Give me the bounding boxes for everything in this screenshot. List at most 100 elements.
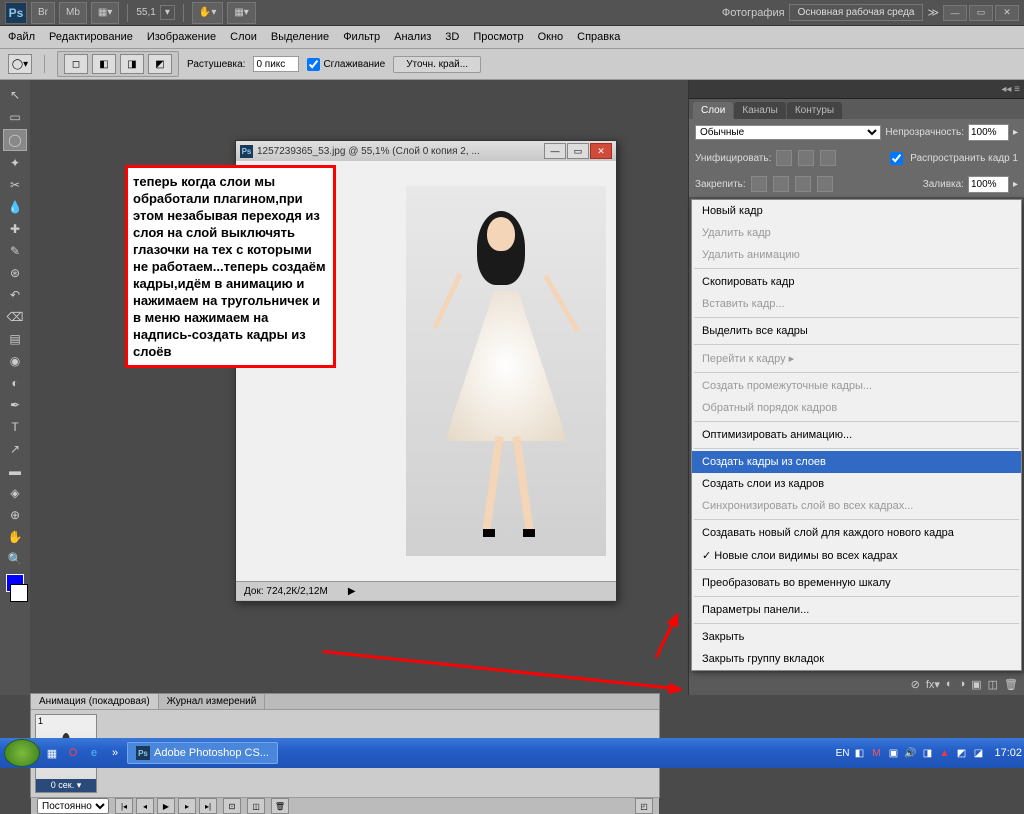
ql-opera-icon[interactable]: O (64, 744, 82, 762)
menu-view[interactable]: Просмотр (473, 31, 523, 43)
menu-window[interactable]: Окно (538, 31, 564, 43)
brush-tool[interactable]: ✎ (3, 241, 27, 261)
blur-tool[interactable]: ◉ (3, 351, 27, 371)
workspace-more[interactable]: ≫ (927, 6, 939, 19)
menu-analysis[interactable]: Анализ (394, 31, 431, 43)
lock-move-icon[interactable] (795, 176, 811, 192)
tray-icon-5[interactable]: ◨ (920, 746, 934, 760)
next-frame-btn[interactable]: ▸ (178, 798, 196, 814)
ql-ie-icon[interactable]: e (85, 744, 103, 762)
play-btn[interactable]: ▶ (157, 798, 175, 814)
menu-filter[interactable]: Фильтр (343, 31, 380, 43)
menu-3d[interactable]: 3D (445, 31, 459, 43)
menu-item[interactable]: Скопировать кадр (692, 271, 1021, 293)
screen-mode-btn[interactable]: ▦▾ (91, 2, 119, 24)
menu-file[interactable]: Файл (8, 31, 35, 43)
path-tool[interactable]: ↗ (3, 439, 27, 459)
doc-close[interactable]: ✕ (590, 143, 612, 159)
frame-delay[interactable]: 0 сек. ▾ (36, 779, 96, 792)
tab-animation[interactable]: Анимация (покадровая) (31, 694, 159, 709)
doc-status-arrow[interactable]: ▶ (348, 586, 356, 597)
doc-maximize[interactable]: ▭ (567, 143, 589, 159)
ql-chevron[interactable]: » (106, 744, 124, 762)
link-layers-icon[interactable]: ⊘ (911, 678, 920, 691)
fx-icon[interactable]: fx▾ (926, 678, 940, 691)
zoom-tool[interactable]: 🔍 (3, 549, 27, 569)
menu-item[interactable]: Закрыть (692, 626, 1021, 648)
stamp-tool[interactable]: ⊛ (3, 263, 27, 283)
crop-tool[interactable]: ✂ (3, 175, 27, 195)
tab-paths[interactable]: Контуры (787, 102, 842, 119)
antialias-check[interactable]: Сглаживание (307, 58, 385, 71)
adjustment-icon[interactable]: ◑ (959, 678, 966, 690)
menu-item[interactable]: Параметры панели... (692, 599, 1021, 621)
sel-intersect-icon[interactable]: ◩ (148, 54, 172, 74)
zoom-value[interactable]: 55,1 (136, 7, 155, 18)
menu-item[interactable]: Преобразовать во временную шкалу (692, 572, 1021, 594)
workspace-badge[interactable]: Основная рабочая среда (789, 4, 924, 21)
opacity-input[interactable] (968, 124, 1009, 141)
unify-style-icon[interactable] (820, 150, 836, 166)
menu-item[interactable]: Выделить все кадры (692, 320, 1021, 342)
arrange-btn[interactable]: ▦▾ (227, 2, 255, 24)
healing-tool[interactable]: ✚ (3, 219, 27, 239)
pen-tool[interactable]: ✒ (3, 395, 27, 415)
dup-frame-btn[interactable]: ◫ (247, 798, 265, 814)
tab-measurement[interactable]: Журнал измерений (159, 694, 266, 709)
eyedropper-tool[interactable]: 💧 (3, 197, 27, 217)
shape-tool[interactable]: ▬ (3, 461, 27, 481)
lang-indicator[interactable]: EN (836, 748, 850, 759)
type-tool[interactable]: T (3, 417, 27, 437)
hand-tool-btn[interactable]: ✋▾ (192, 2, 223, 24)
move-tool[interactable]: ↖ (3, 85, 27, 105)
top-btn-br[interactable]: Br (31, 2, 55, 24)
menu-item[interactable]: Создать слои из кадров (692, 473, 1021, 495)
timeline-toggle-btn[interactable]: ◰ (635, 798, 653, 814)
menu-item[interactable]: Новые слои видимы во всех кадрах (692, 544, 1021, 567)
tray-icon-8[interactable]: ◪ (971, 746, 985, 760)
loop-select[interactable]: Постоянно (37, 798, 109, 814)
lock-paint-icon[interactable] (773, 176, 789, 192)
gradient-tool[interactable]: ▤ (3, 329, 27, 349)
new-layer-icon[interactable]: ◫ (988, 678, 998, 691)
sel-add-icon[interactable]: ◧ (92, 54, 116, 74)
fill-input[interactable] (968, 176, 1009, 193)
close-btn[interactable]: ✕ (995, 5, 1019, 21)
tween-btn[interactable]: ⊡ (223, 798, 241, 814)
menu-select[interactable]: Выделение (271, 31, 329, 43)
current-tool-icon[interactable]: ◯▾ (8, 54, 32, 74)
menu-item[interactable]: Создавать новый слой для каждого нового … (692, 522, 1021, 544)
photography-link[interactable]: Фотография (722, 7, 785, 19)
menu-layer[interactable]: Слои (230, 31, 257, 43)
tray-volume-icon[interactable]: 🔊 (903, 746, 917, 760)
start-button[interactable] (4, 739, 40, 767)
tray-icon-1[interactable]: ◧ (852, 746, 866, 760)
menu-item[interactable]: Новый кадр (692, 200, 1021, 222)
menu-image[interactable]: Изображение (147, 31, 216, 43)
del-frame-btn[interactable]: 🗑 (271, 798, 289, 814)
mask-icon[interactable]: ◐ (946, 678, 953, 690)
menu-item[interactable]: Оптимизировать анимацию... (692, 424, 1021, 446)
3d-camera-tool[interactable]: ⊕ (3, 505, 27, 525)
propagate-check[interactable] (890, 151, 903, 166)
clock[interactable]: 17:02 (988, 747, 1024, 759)
menu-item[interactable]: Создать кадры из слоев (692, 451, 1021, 473)
marquee-tool[interactable]: ▭ (3, 107, 27, 127)
maximize-btn[interactable]: ▭ (969, 5, 993, 21)
unify-pos-icon[interactable] (776, 150, 792, 166)
dodge-tool[interactable]: ◐ (3, 373, 27, 393)
taskbar-photoshop[interactable]: Ps Adobe Photoshop CS... (127, 742, 278, 764)
wand-tool[interactable]: ✦ (3, 153, 27, 173)
lock-trans-icon[interactable] (751, 176, 767, 192)
prev-frame-btn[interactable]: ◂ (136, 798, 154, 814)
tab-channels[interactable]: Каналы (734, 102, 786, 119)
menu-edit[interactable]: Редактирование (49, 31, 133, 43)
tab-layers[interactable]: Слои (693, 102, 733, 119)
minimize-btn[interactable]: — (943, 5, 967, 21)
background-color[interactable] (10, 584, 28, 602)
group-icon[interactable]: ▣ (971, 678, 981, 691)
menu-item[interactable]: Закрыть группу вкладок (692, 648, 1021, 670)
first-frame-btn[interactable]: |◂ (115, 798, 133, 814)
doc-minimize[interactable]: — (544, 143, 566, 159)
blend-mode-select[interactable]: Обычные (695, 125, 881, 140)
